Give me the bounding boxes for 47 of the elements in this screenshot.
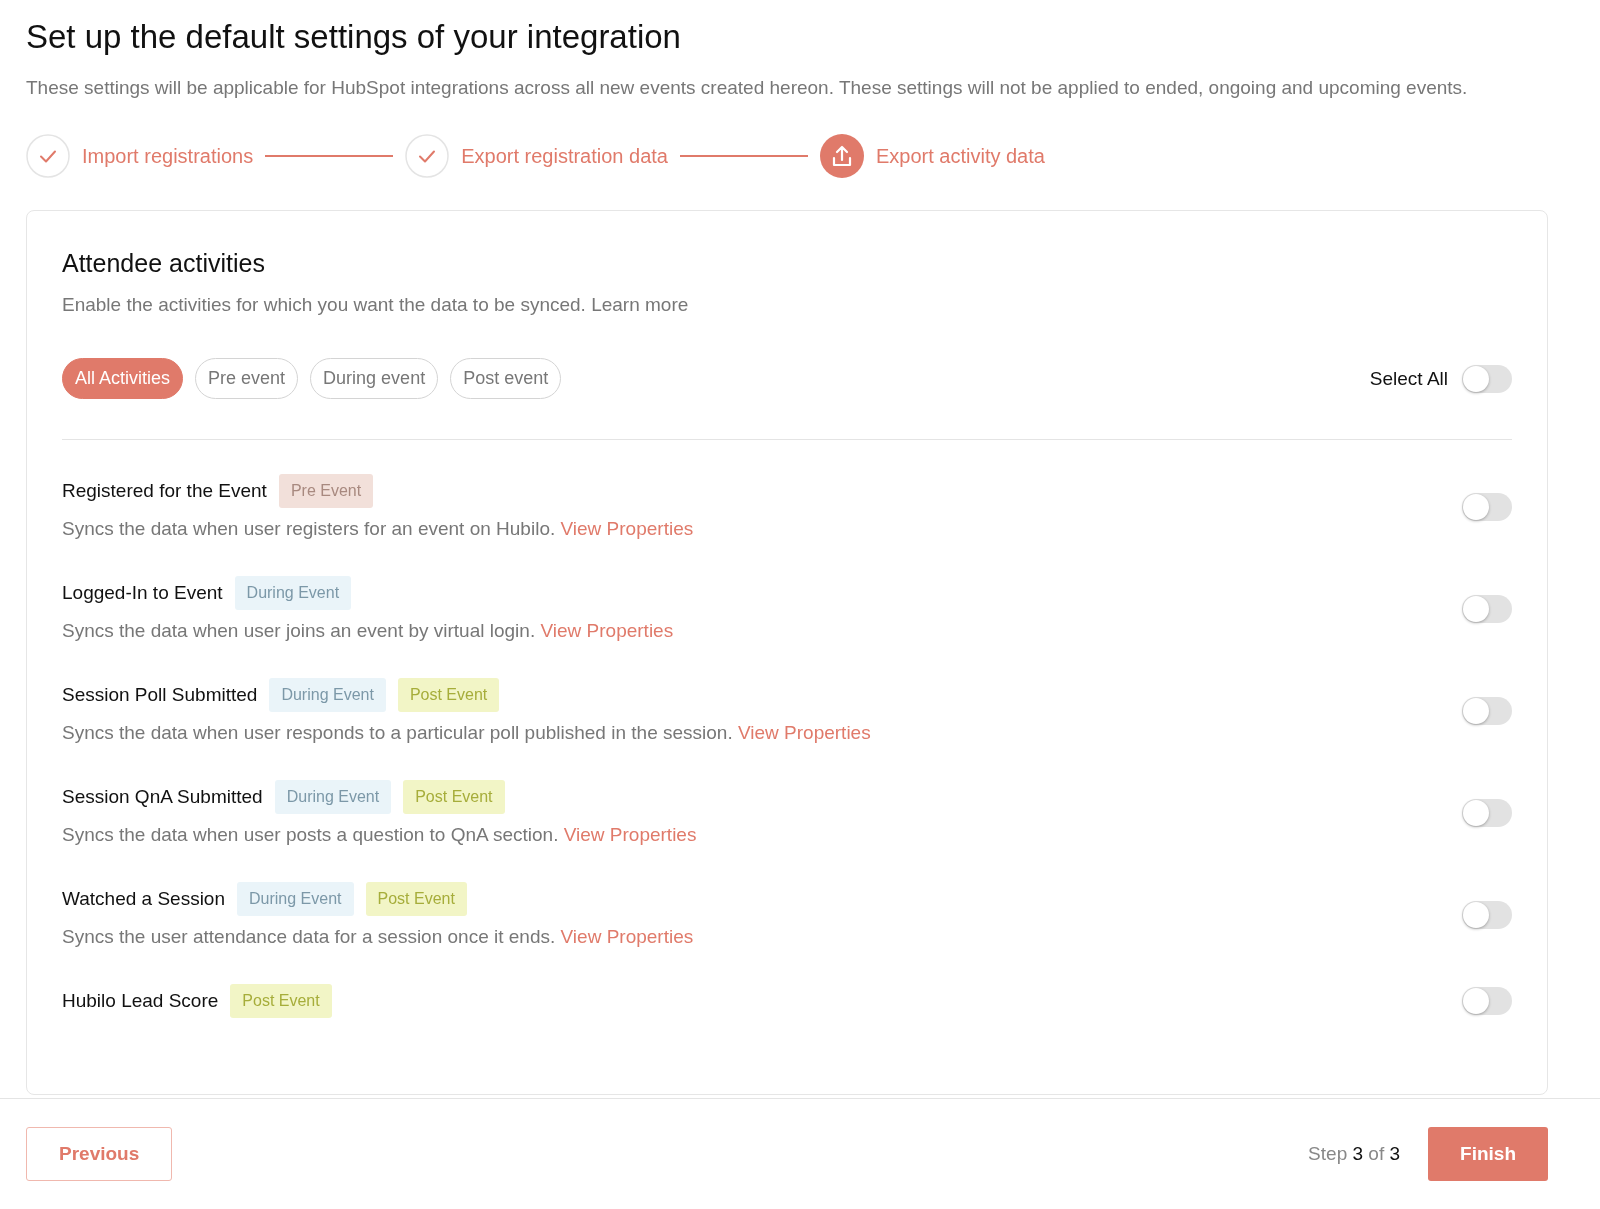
activity-description: Syncs the data when user posts a question to QnA section. View Properties [62,824,697,846]
activity-description: Syncs the data when user joins an event by virtual login. View Properties [62,620,674,642]
select-all-toggle[interactable] [1462,364,1512,393]
activity-toggle[interactable] [1462,595,1512,623]
activity-description: Syncs the data when user responds to a particular poll published in the session. View Properties [62,722,871,744]
filter-chip[interactable]: Pre event [195,358,299,399]
activity-name: Hubilo Lead Score [62,990,219,1012]
select-all-label: Select All [1369,367,1448,390]
activity-toggle[interactable] [1462,799,1512,827]
step-label[interactable]: Export registration data [461,144,668,168]
filter-chip[interactable]: During event [310,358,439,399]
event-tag: During Event [269,678,386,712]
activity-name: Session QnA Submitted [62,786,263,808]
event-tag: Post Event [230,984,332,1018]
event-tag: During Event [234,576,352,610]
event-tag: Pre Event [278,474,374,508]
activity-name: Session Poll Submitted [62,684,258,706]
view-properties-link[interactable]: View Properties [737,722,871,743]
view-properties-link[interactable]: View Properties [560,518,694,539]
activity-name: Logged-In to Event [62,582,223,604]
previous-button[interactable]: Previous [26,1127,173,1181]
finish-button[interactable]: Finish [1428,1127,1548,1181]
event-tag: Post Event [365,882,467,916]
activity-description: Syncs the data when user registers for an event on Hubilo. View Properties [62,518,694,540]
activity-toggle[interactable] [1462,697,1512,725]
card-heading: Attendee activities [62,249,266,278]
activity-name: Registered for the Event [62,480,267,502]
activity-toggle[interactable] [1462,901,1512,929]
card-description: Enable the activities for which you want the data to be synced. Learn more [62,294,690,316]
activity-name: Watched a Session [62,888,225,910]
step-label[interactable]: Import registrations [82,144,254,168]
activity-toggle[interactable] [1462,987,1512,1015]
activity-description: Syncs the user attendance data for a session once it ends. View Properties [62,926,694,948]
filter-chip[interactable]: All Activities [62,358,184,399]
step-label[interactable]: Export activity data [875,144,1045,168]
event-tag: Post Event [403,780,505,814]
filter-chip[interactable]: Post event [450,358,562,399]
page-description: These settings will be applicable for HubSpot integrations across all new events created hereon. These settings will not be applied to ended, ongoing and upcoming events. [26,76,1469,100]
view-properties-link[interactable]: View Properties [560,926,694,947]
view-properties-link[interactable]: View Properties [540,620,674,641]
event-tag: Post Event [397,678,500,712]
view-properties-link[interactable]: View Properties [563,824,697,845]
event-tag: During Event [274,780,392,814]
page-title: Set up the default settings of your integration [26,18,682,56]
event-tag: During Event [237,882,354,916]
step-counter: Step 3 of 3 [1308,1143,1401,1165]
activity-toggle[interactable] [1462,493,1512,521]
